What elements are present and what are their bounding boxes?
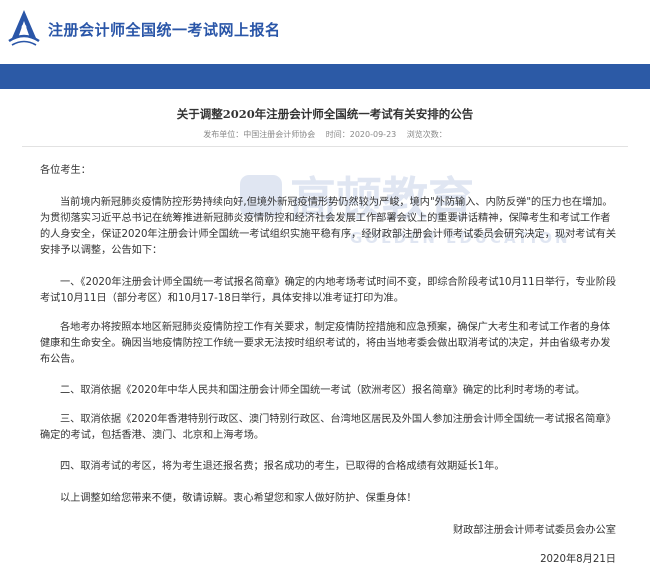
- paragraph-item-1: 一、《2020年注册会计师全国统一考试报名简章》确定的内地考场考试时间不变，即综…: [40, 277, 617, 304]
- site-title[interactable]: 注册会计师全国统一考试网上报名: [48, 19, 281, 40]
- paragraph-intro: 当前境内新冠肺炎疫情防控形势持续向好,但境外新冠疫情形势仍然较为严峻，境内"外防…: [40, 197, 617, 256]
- time-info: 时间：2020-09-23: [326, 130, 397, 139]
- date: 2020年8月21日: [540, 554, 616, 565]
- paragraph-item-2: 二、取消依据《2020年中华人民共和国注册会计师全国统一考试（欧洲考区）报名简章…: [60, 385, 586, 396]
- time-value: 2020-09-23: [349, 130, 397, 139]
- paragraph-item-4: 四、取消考试的考区，将为考生退还报名费；报名成功的考生，已取得的合格成绩有效期延…: [60, 461, 505, 472]
- paragraph-item-3: 三、取消依据《2020年香港特别行政区、澳门特别行政区、台湾地区居民及外国人参加…: [40, 414, 616, 441]
- cicpa-logo-icon[interactable]: [6, 7, 42, 47]
- greeting: 各位考生：: [40, 165, 91, 176]
- article-title: 关于调整2020年注册会计师全国统一考试有关安排的公告: [176, 107, 474, 121]
- publisher-label: 发布单位：: [203, 130, 244, 139]
- time-label: 时间：: [325, 130, 350, 139]
- signature: 财政部注册会计师考试委员会办公室: [453, 525, 616, 536]
- nav-bar: [0, 64, 650, 89]
- paragraph-closing: 以上调整如给您带来不便，敬请谅解。衷心希望您和家人做好防护、保重身体！: [60, 493, 417, 504]
- publisher-info: 发布单位：中国注册会计师协会: [203, 130, 315, 139]
- article-meta: 发布单位：中国注册会计师协会 时间：2020-09-23 浏览次数：: [0, 129, 650, 140]
- paragraph-item-1-detail: 各地考办将按照本地区新冠肺炎疫情防控工作有关要求，制定疫情防控措施和应急预案，确…: [40, 322, 611, 365]
- title-divider: [22, 146, 628, 147]
- site-header: 注册会计师全国统一考试网上报名: [0, 0, 650, 64]
- views-label: 浏览次数：: [406, 130, 447, 139]
- publisher-value: 中国注册会计师协会: [243, 130, 316, 139]
